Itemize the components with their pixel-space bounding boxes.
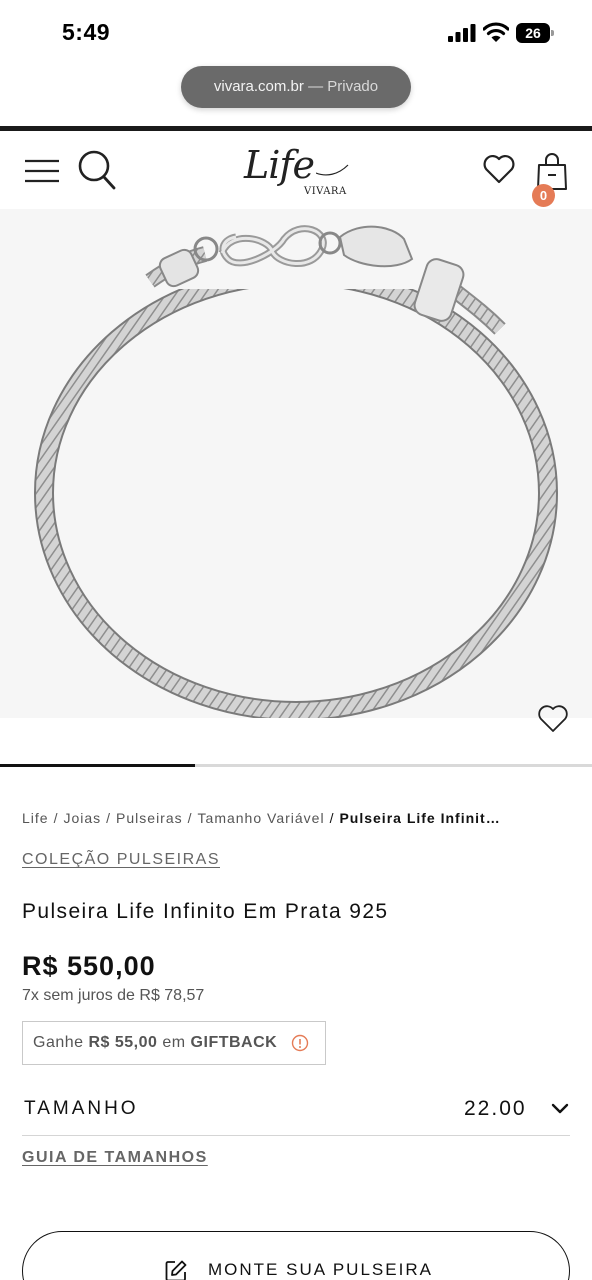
heart-icon[interactable] — [482, 153, 516, 185]
logo-flourish-icon — [316, 164, 349, 176]
favorite-heart-icon[interactable] — [537, 704, 569, 734]
carousel-progress — [0, 764, 592, 767]
signal-icon — [448, 24, 476, 42]
size-value[interactable]: 22.00 — [464, 1097, 527, 1121]
size-selector[interactable]: TAMANHO 22.00 — [22, 1090, 570, 1136]
bracelet-illustration — [34, 209, 558, 718]
logo[interactable]: Life VIVARA — [236, 143, 356, 199]
size-label: TAMANHO — [24, 1098, 139, 1119]
product-title: Pulseira Life Infinito Em Prata 925 — [22, 900, 389, 923]
site-header: Life VIVARA 0 — [0, 131, 592, 209]
wifi-icon — [483, 22, 509, 42]
installments-text: 7x sem juros de R$ 78,57 — [22, 987, 205, 1004]
logo-subtitle: VIVARA — [304, 186, 347, 197]
giftback-label: GIFTBACK — [190, 1034, 278, 1051]
product-price: R$ 550,00 — [22, 951, 156, 981]
search-icon[interactable] — [77, 149, 117, 191]
giftback-amount: R$ 55,00 — [88, 1034, 158, 1051]
giftback-box: Ganhe R$ 55,00 em GIFTBACK — [22, 1021, 326, 1065]
breadcrumb-item-joias[interactable]: Joias — [63, 810, 101, 826]
breadcrumb-item-life[interactable]: Life — [22, 810, 49, 826]
breadcrumb-current: Pulseira Life Infinit… — [339, 810, 501, 826]
size-guide-link[interactable]: GUIA DE TAMANHOS — [22, 1149, 208, 1167]
product-image[interactable] — [0, 209, 592, 718]
logo-script: Life — [244, 143, 315, 187]
edit-icon — [165, 1260, 187, 1280]
breadcrumb-item-tamanho[interactable]: Tamanho Variável — [198, 810, 325, 826]
url-text: vivara.com.br — [213, 78, 304, 95]
giftback-prefix: Ganhe — [33, 1034, 89, 1051]
status-bar: 5:49 26 — [0, 0, 592, 62]
cart-count-badge: 0 — [532, 184, 555, 207]
private-mode-label: — Privado — [303, 78, 379, 95]
giftback-middle: em — [157, 1034, 191, 1051]
carousel-progress-fill — [0, 764, 196, 767]
build-bracelet-label: MONTE SUA PULSEIRA — [208, 1260, 433, 1279]
url-bar[interactable]: vivara.com.br — Privado — [181, 66, 411, 108]
collection-link[interactable]: COLEÇÃO PULSEIRAS — [22, 851, 220, 869]
info-icon[interactable] — [291, 1034, 309, 1052]
breadcrumb-item-pulseiras[interactable]: Pulseiras — [116, 810, 183, 826]
menu-icon[interactable] — [24, 159, 60, 183]
battery-indicator: 26 — [516, 23, 554, 43]
breadcrumb: Life / Joias / Pulseiras / Tamanho Variável / Pu… — [22, 810, 501, 826]
status-time: 5:49 — [62, 19, 111, 45]
chevron-down-icon[interactable] — [550, 1102, 570, 1116]
build-bracelet-button[interactable]: MONTE SUA PULSEIRA — [22, 1231, 570, 1280]
battery-level: 26 — [525, 25, 541, 41]
